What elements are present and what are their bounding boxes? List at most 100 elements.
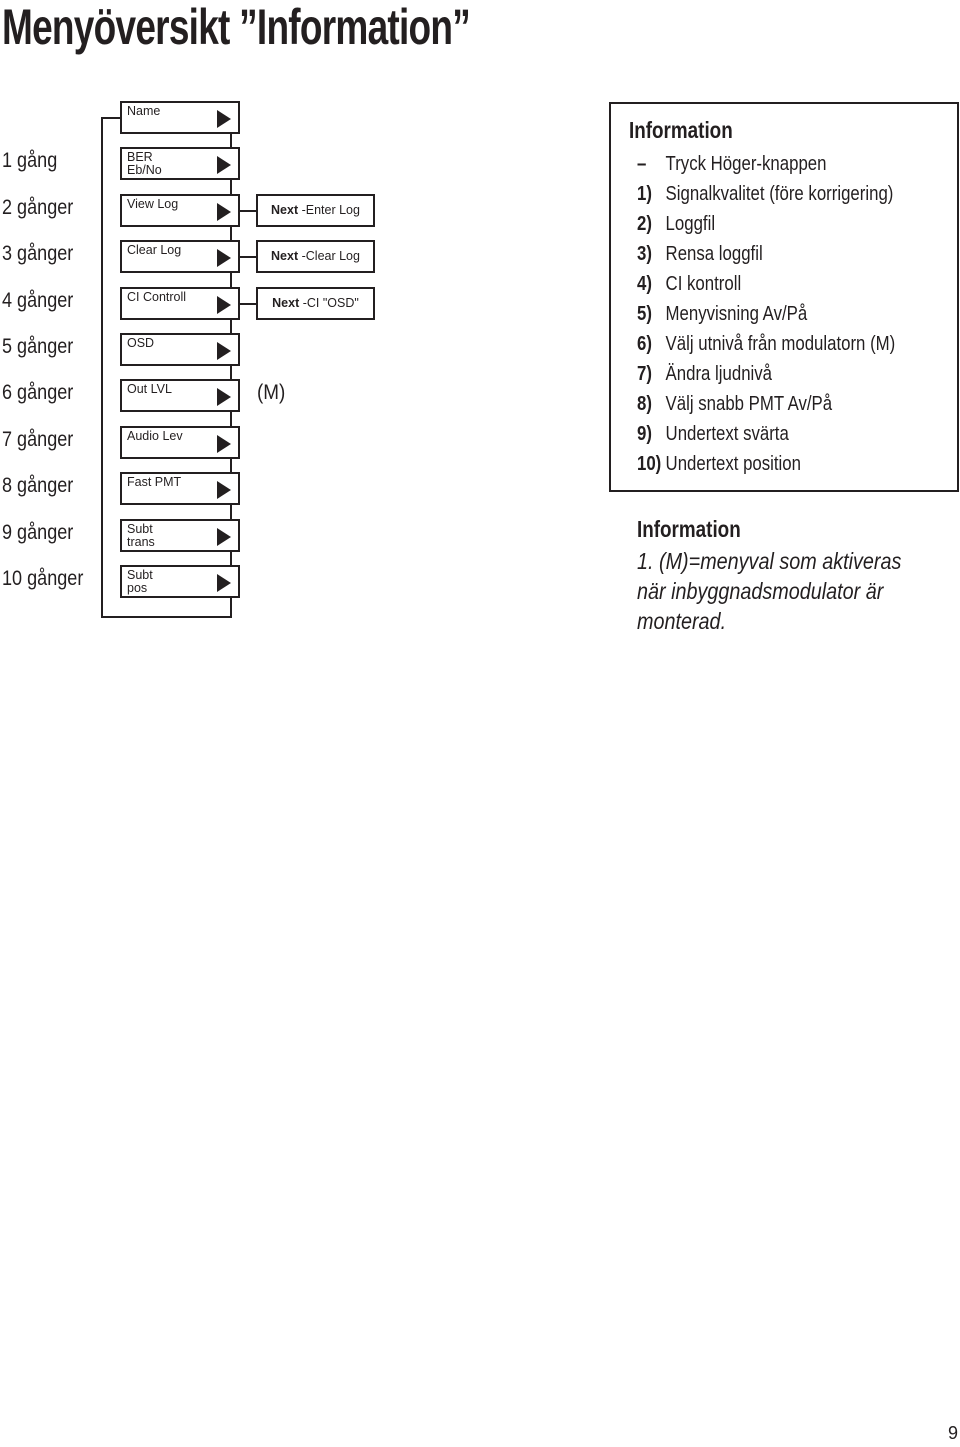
info-item-number: 9) [637, 423, 652, 445]
info-item-number: 8) [637, 393, 652, 415]
page-number: 9 [947, 1423, 958, 1443]
sub-action-text: -CI "OSD" [299, 295, 359, 310]
page-title: Menyöversikt ”Information” [2, 0, 471, 55]
info-item-text: Rensa loggfil [665, 243, 763, 265]
info-item-number: 7) [637, 363, 652, 385]
play-arrow-icon [217, 388, 231, 407]
note-line: när inbyggnadsmodulator är [637, 578, 884, 604]
info-list-item: – Tryck Höger-knappen [637, 153, 826, 176]
play-arrow-icon [217, 249, 231, 268]
sub-connector-line [238, 209, 256, 212]
menu-item-label: View Log [127, 196, 179, 211]
sub-action-key: Next [271, 249, 299, 264]
play-arrow-icon [217, 342, 231, 360]
info-list-item: 10) Undertext position [637, 453, 801, 476]
note-line: monterad. [637, 608, 727, 634]
menu-item-box: Out LVL [120, 379, 240, 413]
menu-item-label: Out LVL [127, 382, 172, 397]
modulator-marker: (M) [257, 381, 286, 404]
info-list-item: 5) Menyvisning Av/På [637, 303, 807, 326]
note-line: 1. (M)=menyval som aktiveras [637, 548, 902, 574]
info-list-item: 7) Ändra ljudnivå [637, 363, 772, 386]
menu-item-label: Fast PMT [127, 475, 182, 490]
menu-item-box: Fast PMT [120, 472, 240, 506]
sub-action-text: -Enter Log [298, 202, 360, 217]
play-arrow-icon [217, 434, 231, 453]
press-count-label: 2 gånger [2, 195, 74, 219]
info-list-item: 2) Loggfil [637, 213, 715, 236]
info-item-number: 3) [637, 243, 652, 265]
play-arrow-icon [217, 295, 231, 314]
press-count-label: 10 gånger [2, 567, 84, 590]
info-item-text: Välj utnivå från modulatorn (M) [665, 333, 896, 355]
note-title: Information [637, 516, 741, 542]
play-arrow-icon [217, 110, 231, 128]
info-item-number: 5) [637, 303, 652, 325]
press-count-label: 4 gånger [2, 288, 74, 312]
info-item-text: Ändra ljudnivå [665, 363, 773, 385]
play-arrow-icon [217, 156, 231, 175]
info-item-text: Undertext position [665, 453, 801, 475]
menu-item-label: Name [127, 104, 161, 118]
press-count-label: 9 gånger [2, 520, 74, 544]
info-item-text: Signalkvalitet (före korrigering) [665, 183, 894, 205]
sub-action-box: Next -CI "OSD" [256, 286, 375, 320]
sub-connector-line [238, 302, 256, 305]
press-count-label: 3 gånger [2, 242, 74, 266]
info-item-number: 2) [637, 213, 652, 235]
info-item-number: 6) [637, 333, 652, 355]
menu-item-box: Name [120, 101, 240, 134]
menu-item-label: Clear Log [127, 243, 182, 258]
press-count-label: 7 gånger [2, 427, 74, 451]
bracket-bottom-line [101, 616, 232, 618]
menu-item-box: OSD [120, 333, 240, 366]
sub-action-box: Next -Clear Log [256, 240, 375, 274]
info-list-item: 3) Rensa loggfil [637, 243, 763, 266]
press-count-label: 1 gång [2, 149, 58, 173]
info-item-text: Loggfil [665, 213, 716, 235]
menu-item-label: BER Eb/No [127, 150, 162, 178]
info-list-item: 9) Undertext svärta [637, 423, 789, 446]
sub-action-key: Next [271, 202, 299, 217]
menu-item-box: Clear Log [120, 240, 240, 274]
info-list-item: 8) Välj snabb PMT Av/På [637, 393, 832, 416]
play-arrow-icon [217, 202, 231, 221]
menu-item-box: Audio Lev [120, 425, 240, 459]
info-list-item: 6) Välj utnivå från modulatorn (M) [637, 333, 895, 356]
menu-item-box: BER Eb/No [120, 147, 240, 181]
menu-item-label: Audio Lev [127, 428, 183, 443]
info-item-number: 1) [637, 183, 652, 205]
menu-item-label: Subt trans [127, 521, 155, 549]
info-item-text: CI kontroll [665, 273, 742, 295]
bracket-left-line [101, 117, 103, 618]
sub-action-key: Next [272, 295, 300, 310]
menu-item-box: Subt trans [120, 518, 240, 552]
play-arrow-icon [217, 527, 231, 546]
info-list-item: 4) CI kontroll [637, 273, 741, 296]
info-item-text: Menyvisning Av/På [665, 303, 808, 325]
bracket-top-line [101, 117, 120, 119]
info-item-number: 4) [637, 273, 652, 295]
play-arrow-icon [217, 481, 231, 500]
sub-action-text: -Clear Log [298, 249, 360, 264]
sub-action-box: Next -Enter Log [256, 193, 375, 227]
sub-connector-line [238, 256, 256, 259]
menu-item-label: OSD [127, 336, 155, 350]
menu-item-box: Subt pos [120, 565, 240, 598]
menu-item-label: CI Controll [127, 289, 187, 304]
information-box: Information – Tryck Höger-knappen 1) Signal… [609, 102, 959, 492]
info-item-text: Välj snabb PMT Av/På [665, 393, 833, 415]
press-count-label: 8 gånger [2, 474, 74, 498]
play-arrow-icon [217, 574, 231, 592]
info-item-number: – [637, 153, 647, 175]
press-count-label: 5 gånger [2, 335, 74, 358]
press-count-label: 6 gånger [2, 381, 74, 405]
info-item-text: Tryck Höger-knappen [665, 153, 827, 175]
info-item-number: 10) [637, 453, 662, 475]
info-box-title: Information [629, 117, 733, 143]
menu-item-box: View Log [120, 193, 240, 227]
menu-item-label: Subt pos [127, 568, 153, 595]
info-item-text: Undertext svärta [665, 423, 789, 445]
menu-item-box: CI Controll [120, 286, 240, 320]
info-list-item: 1) Signalkvalitet (före korrigering) [637, 183, 893, 206]
